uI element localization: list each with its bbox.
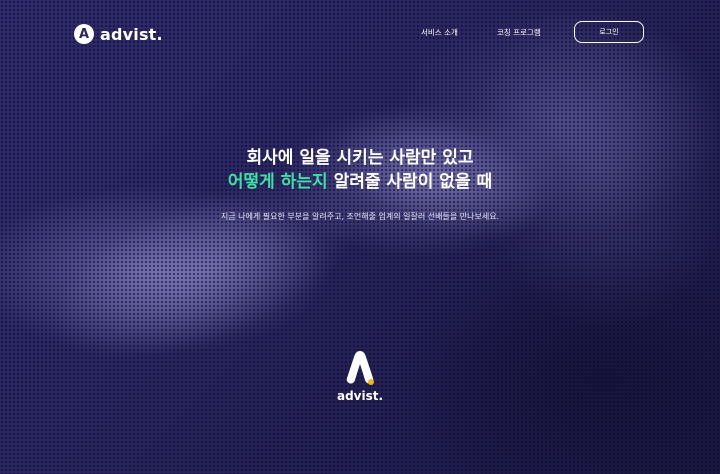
footer-logo: advist. <box>330 348 390 403</box>
nav-service-intro[interactable]: 서비스 소개 <box>421 27 458 38</box>
headline-line-2: 어떻게 하는지 알려줄 사람이 없을 때 <box>0 170 720 194</box>
logo-text: advist. <box>100 24 163 44</box>
logo-icon: A <box>74 24 94 44</box>
header-logo[interactable]: A advist. <box>74 24 163 44</box>
nav-coaching-program[interactable]: 코칭 프로그램 <box>497 27 541 38</box>
login-button[interactable]: 로그인 <box>574 21 644 43</box>
hero-section: A advist. 서비스 소개 코칭 프로그램 로그인 회사에 일을 시키는 … <box>0 0 720 474</box>
headline-line-2-rest: 알려줄 사람이 없을 때 <box>327 172 493 192</box>
headline-accent: 어떻게 하는지 <box>227 172 328 192</box>
hero-headline: 회사에 일을 시키는 사람만 있고 어떻게 하는지 알려줄 사람이 없을 때 <box>0 146 720 194</box>
headline-line-1: 회사에 일을 시키는 사람만 있고 <box>246 148 474 168</box>
hero-subtext: 지금 나에게 필요한 부분을 알려주고, 조언해줄 업계의 일잘러 선배들을 만… <box>220 212 500 221</box>
brand-a-icon <box>346 351 374 385</box>
footer-logo-text: advist. <box>336 389 384 403</box>
